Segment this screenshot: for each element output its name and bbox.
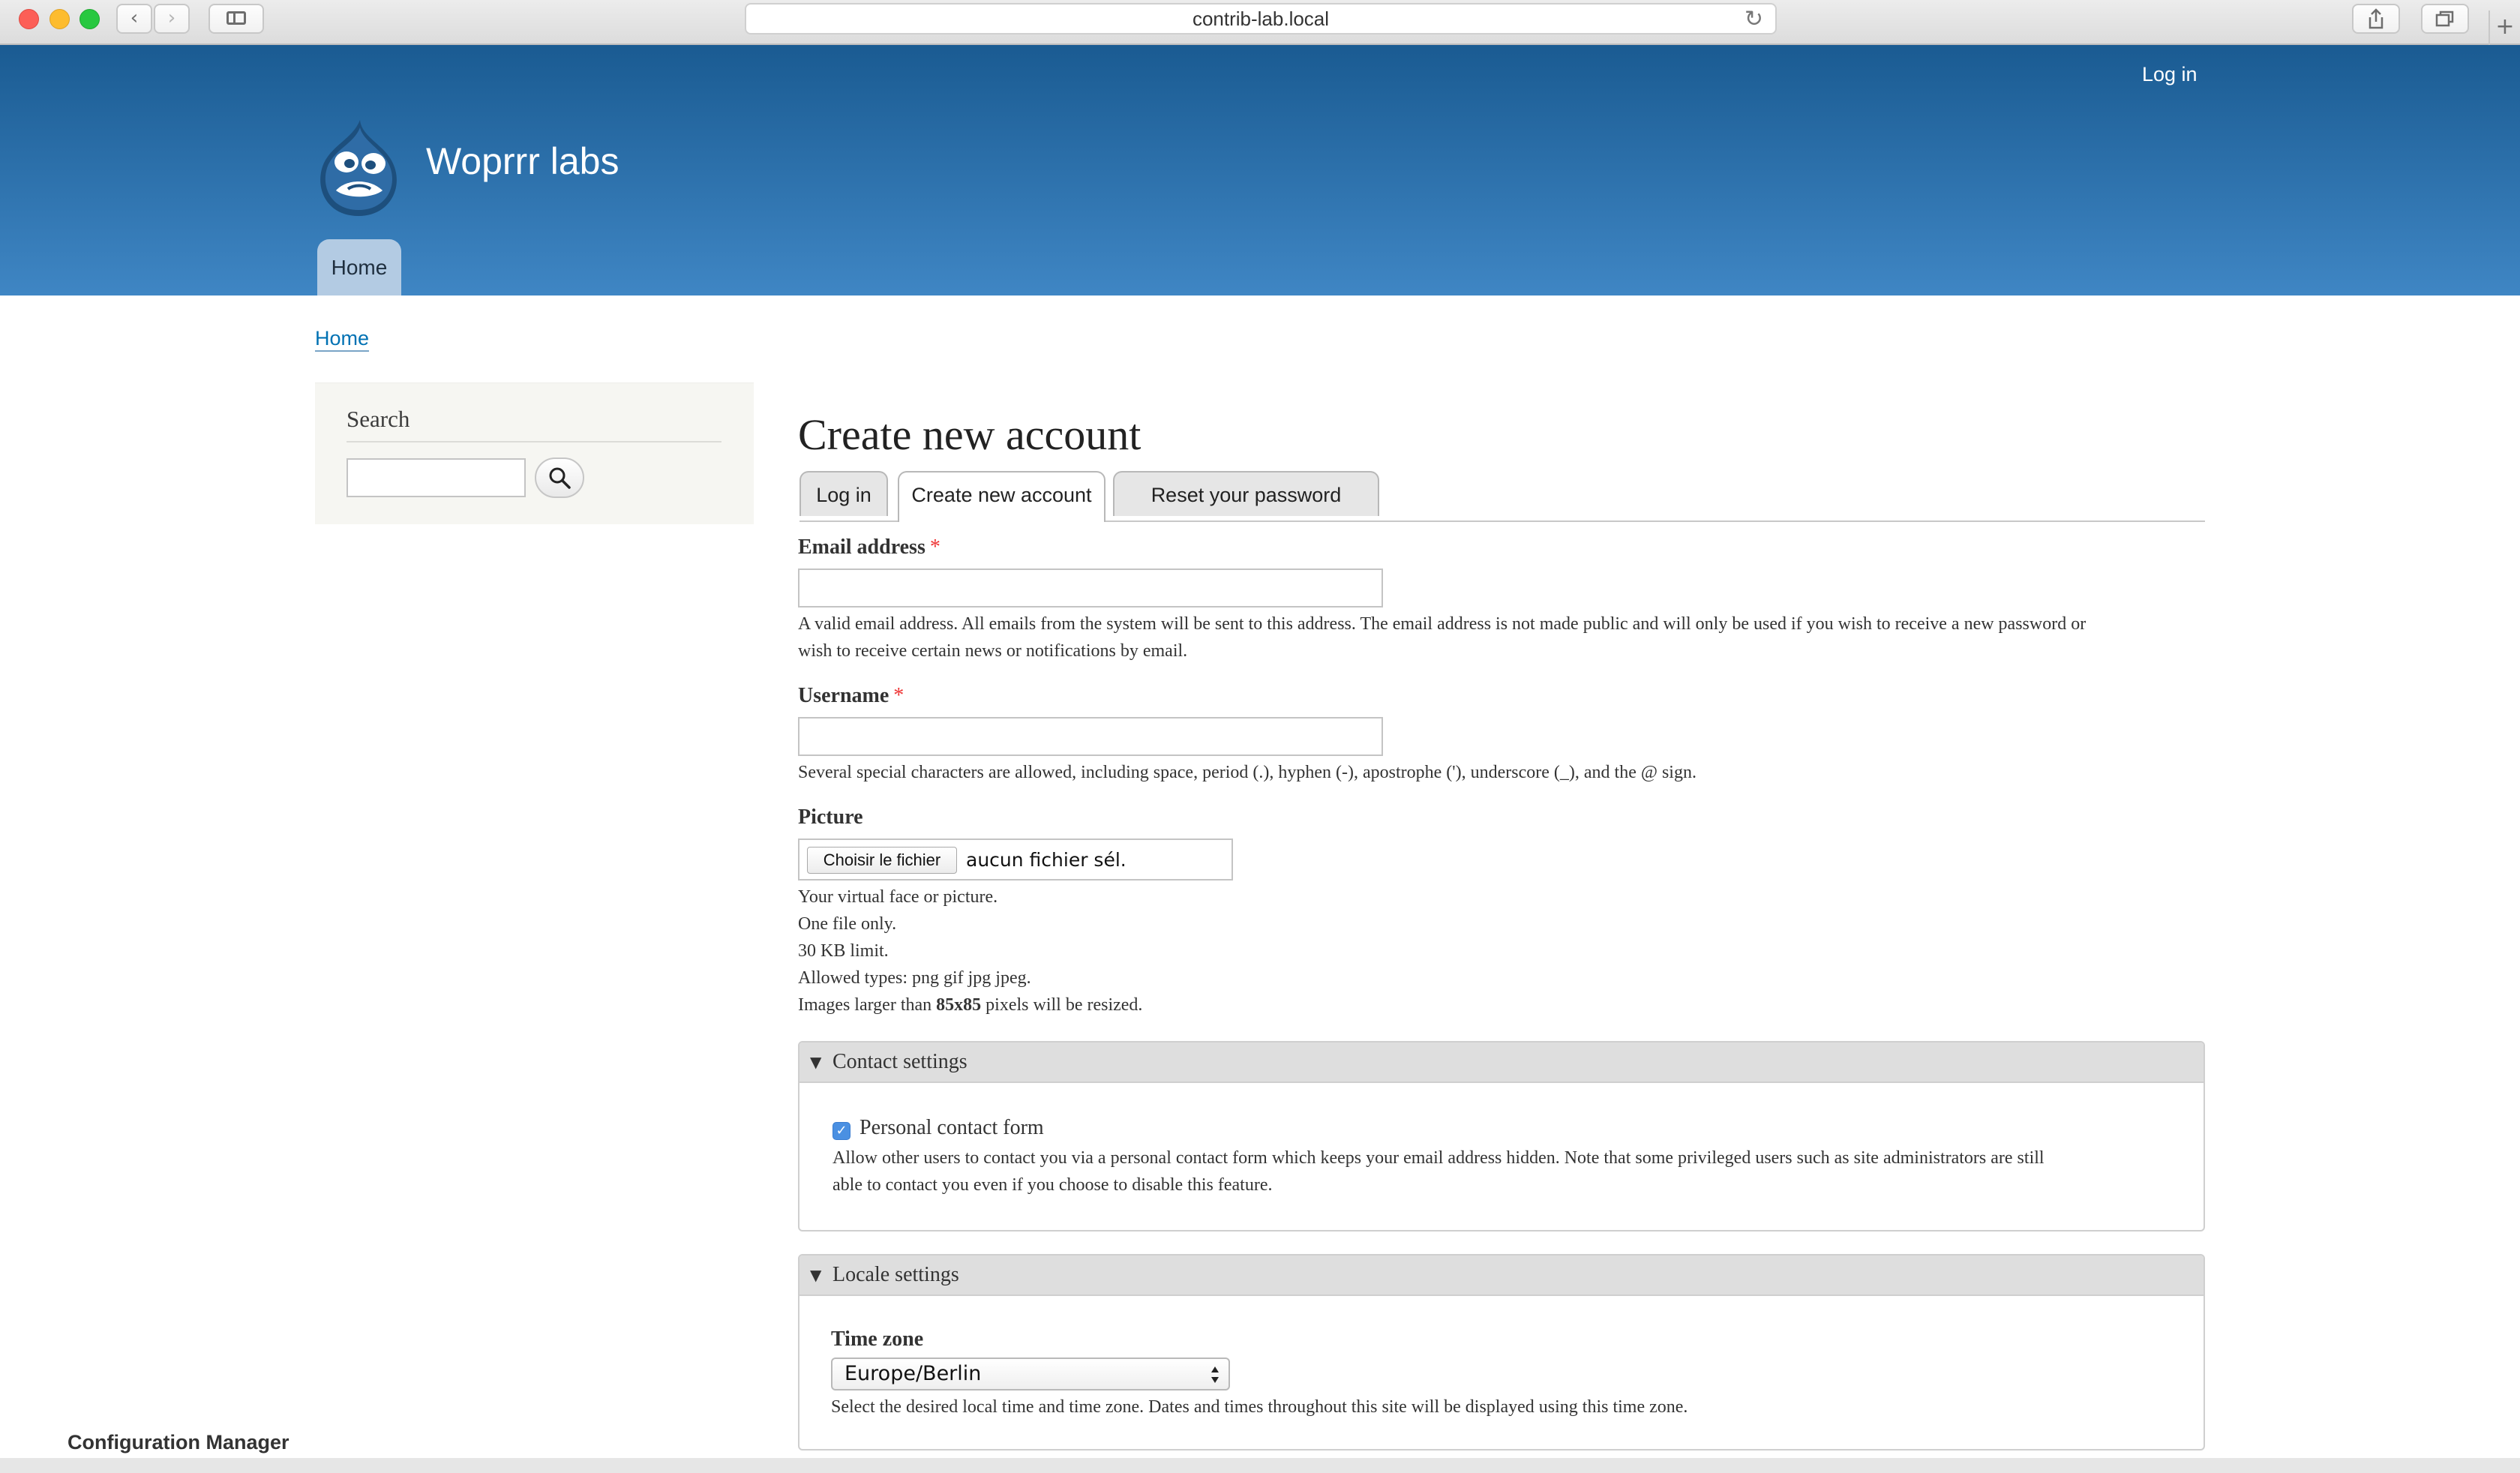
tab-overview-button[interactable]	[2421, 4, 2469, 34]
page-title: Create new account	[798, 410, 1142, 459]
address-bar-url: contrib-lab.local	[1192, 8, 1330, 30]
select-updown-icon	[1211, 1366, 1219, 1383]
web-page: Log in Woprrr labs Home Home Search Crea…	[0, 45, 2520, 1458]
account-tabs: Log in Create new account Reset your pas…	[800, 471, 2205, 522]
divider	[346, 441, 722, 442]
site-name[interactable]: Woprrr labs	[426, 140, 619, 183]
tabs-overview-icon	[2435, 10, 2454, 27]
timezone-select[interactable]: Europe/Berlin	[831, 1358, 1230, 1390]
username-description: Several special characters are allowed, …	[798, 763, 1696, 782]
forward-button[interactable]: ›	[154, 4, 190, 34]
share-icon	[2368, 8, 2384, 29]
tab-log-in[interactable]: Log in	[800, 471, 888, 516]
choose-file-button[interactable]: Choisir le fichier	[807, 847, 957, 874]
share-button[interactable]	[2352, 4, 2400, 34]
breadcrumb-home-link[interactable]: Home	[315, 327, 370, 352]
email-label: Email address *	[798, 536, 940, 560]
email-description-line: wish to receive certain news or notifica…	[798, 641, 1188, 661]
contact-settings-description: Allow other users to contact you via a p…	[832, 1144, 2182, 1198]
username-required-marker: *	[893, 684, 904, 707]
header-login-link[interactable]: Log in	[2142, 63, 2198, 86]
browser-toolbar: ‹ › contrib-lab.local ↻ +	[0, 0, 2520, 45]
username-label-text: Username	[798, 684, 890, 707]
resize-prefix: Images larger than	[798, 995, 932, 1015]
minimize-window-button[interactable]	[50, 9, 70, 29]
file-status: aucun fichier sél.	[966, 849, 1126, 871]
username-field[interactable]	[798, 717, 1383, 756]
picture-help: Your virtual face or picture. One file o…	[798, 884, 1698, 1018]
sidebar-icon	[226, 11, 246, 25]
collapse-triangle-icon: ▼	[810, 1266, 822, 1284]
email-description: A valid email address. All emails from t…	[798, 610, 2208, 664]
search-block-title: Search	[346, 406, 410, 432]
email-field[interactable]	[798, 568, 1383, 608]
plus-icon: +	[2495, 14, 2515, 40]
picture-help-line: Allowed types: png gif jpg jpeg.	[798, 968, 1031, 988]
contact-settings-title: Contact settings	[832, 1050, 968, 1073]
sidebar-search-block: Search	[315, 382, 754, 524]
email-label-text: Email address	[798, 536, 926, 559]
username-label: Username *	[798, 684, 904, 708]
picture-help-line: One file only.	[798, 914, 897, 934]
footer-peek-text: Configuration Manager	[68, 1431, 290, 1454]
picture-help-line: Your virtual face or picture.	[798, 887, 998, 907]
back-button[interactable]: ‹	[116, 4, 152, 34]
timezone-selected-value: Europe/Berlin	[844, 1362, 982, 1385]
picture-resize-note: Images larger than 85x85 pixels will be …	[798, 992, 1698, 1018]
resize-dimensions: 85x85	[936, 995, 982, 1015]
picture-label: Picture	[798, 806, 863, 829]
sidebar-toggle-button[interactable]	[208, 4, 264, 34]
personal-contact-label[interactable]: Personal contact form	[860, 1116, 1044, 1140]
collapse-triangle-icon: ▼	[810, 1053, 822, 1071]
close-window-button[interactable]	[19, 9, 39, 29]
contact-description-line: able to contact you even if you choose t…	[832, 1175, 1273, 1195]
timezone-description: Select the desired local time and time z…	[831, 1397, 1688, 1417]
search-input[interactable]	[346, 458, 526, 497]
contact-description-line: Allow other users to contact you via a p…	[832, 1148, 2044, 1168]
locale-settings-title: Locale settings	[832, 1263, 959, 1286]
locale-settings-legend[interactable]: ▼ Locale settings	[800, 1256, 2204, 1296]
new-tab-button[interactable]: +	[2488, 10, 2520, 45]
drupal-logo-icon[interactable]	[314, 117, 404, 222]
reload-icon[interactable]: ↻	[1744, 6, 1763, 33]
email-required-marker: *	[929, 536, 940, 559]
search-icon	[549, 467, 571, 489]
tab-create-new-account[interactable]: Create new account	[898, 471, 1106, 522]
picture-file-input[interactable]: Choisir le fichier aucun fichier sél.	[798, 838, 1233, 880]
zoom-window-button[interactable]	[80, 9, 100, 29]
nav-tab-home[interactable]: Home	[317, 239, 401, 296]
contact-settings-fieldset: ▼ Contact settings ✓ Personal contact fo…	[798, 1041, 2205, 1232]
personal-contact-checkbox[interactable]: ✓	[832, 1122, 850, 1140]
email-description-line: A valid email address. All emails from t…	[798, 614, 2086, 634]
contact-settings-legend[interactable]: ▼ Contact settings	[800, 1042, 2204, 1083]
search-button[interactable]	[535, 458, 584, 498]
chevron-left-icon: ‹	[130, 7, 139, 29]
chevron-right-icon: ›	[167, 7, 176, 29]
site-header: Log in Woprrr labs Home	[0, 45, 2520, 296]
address-bar[interactable]: contrib-lab.local ↻	[745, 3, 1777, 34]
checkmark-icon: ✓	[836, 1123, 848, 1138]
resize-suffix: pixels will be resized.	[986, 995, 1143, 1015]
tab-reset-password[interactable]: Reset your password	[1113, 471, 1379, 516]
timezone-label: Time zone	[831, 1328, 924, 1351]
locale-settings-fieldset: ▼ Locale settings Time zone Europe/Berli…	[798, 1254, 2205, 1450]
picture-help-line: 30 KB limit.	[798, 941, 889, 961]
